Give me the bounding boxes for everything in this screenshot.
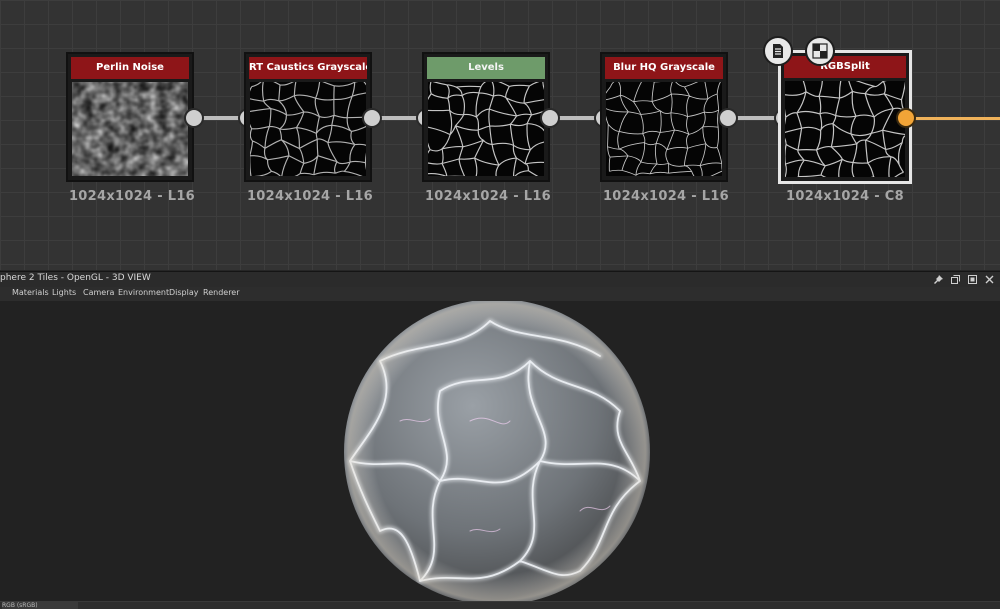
view-title-bar: phere 2 Tiles - OpenGL - 3D VIEW — [0, 271, 1000, 288]
node-resolution-label: 1024x1024 - L16 — [424, 189, 552, 204]
checker-icon[interactable] — [805, 36, 835, 66]
node-resolution-label: 1024x1024 - L16 — [68, 189, 196, 204]
node-perlin-noise[interactable]: Perlin Noise — [66, 52, 194, 182]
menu-lights[interactable]: Lights — [52, 288, 76, 297]
node-resolution-label: 1024x1024 - L16 — [246, 189, 374, 204]
menu-environment[interactable]: Environment — [118, 288, 169, 297]
node-thumbnail-perlin — [72, 82, 188, 176]
node-thumbnail-rgbsplit — [785, 81, 905, 177]
node-thumbnail-levels — [428, 82, 544, 176]
node-blur-hq-grayscale[interactable]: Blur HQ Grayscale — [600, 52, 728, 182]
sphere-preview — [344, 301, 650, 601]
document-icon[interactable] — [763, 36, 793, 66]
node-thumbnail-blur — [606, 82, 722, 176]
3d-viewport[interactable] — [0, 301, 1000, 601]
node-resolution-label: 1024x1024 - L16 — [602, 189, 730, 204]
node-title: Perlin Noise — [71, 57, 189, 79]
output-socket-levels[interactable] — [540, 108, 560, 128]
pin-icon[interactable] — [933, 274, 943, 284]
menu-renderer[interactable]: Renderer — [203, 288, 240, 297]
node-rt-caustics-grayscale[interactable]: RT Caustics Grayscale — [244, 52, 372, 182]
close-icon[interactable] — [984, 274, 994, 284]
output-socket-perlin[interactable] — [184, 108, 204, 128]
menu-camera[interactable]: Camera — [83, 288, 114, 297]
node-rgbsplit[interactable]: RGBSplit — [778, 50, 912, 184]
menu-materials[interactable]: Materials — [12, 288, 49, 297]
view-menu-bar: Materials Lights Camera Environment Disp… — [0, 287, 1000, 301]
wire-rgbsplit-output[interactable] — [914, 117, 1000, 120]
node-graph[interactable]: Perlin Noise 1024x1024 - L16 RT Caustics… — [0, 0, 1000, 270]
output-socket-caustics[interactable] — [362, 108, 382, 128]
node-title: Blur HQ Grayscale — [605, 57, 723, 79]
menu-display[interactable]: Display — [169, 288, 199, 297]
view-title: phere 2 Tiles - OpenGL - 3D VIEW — [0, 273, 151, 283]
node-resolution-label: 1024x1024 - C8 — [786, 189, 904, 204]
node-title: RGBSplit — [784, 56, 906, 78]
output-socket-rgbsplit[interactable] — [896, 108, 916, 128]
output-socket-blur[interactable] — [718, 108, 738, 128]
node-title: RT Caustics Grayscale — [249, 57, 367, 79]
maximize-icon[interactable] — [967, 274, 977, 284]
node-thumbnail-caustics — [250, 82, 366, 176]
node-title: Levels — [427, 57, 545, 79]
wire-blur-to-rgbsplit[interactable] — [734, 116, 778, 120]
restore-icon[interactable] — [950, 274, 960, 284]
node-levels[interactable]: Levels — [422, 52, 550, 182]
